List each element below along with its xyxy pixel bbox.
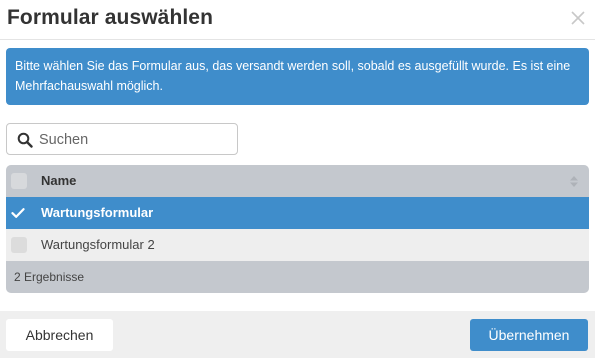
row-name: Wartungsformular [41, 205, 154, 220]
dialog-title: Formular auswählen [7, 6, 214, 29]
table-header-row: Name [6, 165, 589, 197]
search-input[interactable] [39, 128, 234, 152]
result-count: 2 Ergebnisse [14, 270, 85, 284]
search-box[interactable] [6, 123, 238, 155]
close-icon[interactable] [568, 8, 588, 28]
table-footer: 2 Ergebnisse [6, 261, 589, 293]
confirm-button[interactable]: Übernehmen [470, 319, 588, 351]
cancel-button[interactable]: Abbrechen [6, 319, 113, 351]
column-header-name[interactable]: Name [41, 165, 76, 197]
checkmark-icon[interactable] [11, 206, 25, 220]
select-all-checkbox[interactable] [11, 173, 27, 189]
table-row[interactable]: Wartungsformular [6, 197, 589, 229]
table-row[interactable]: Wartungsformular 2 [6, 229, 589, 261]
info-alert: Bitte wählen Sie das Formular aus, das v… [6, 48, 589, 105]
dialog-footer: Abbrechen Übernehmen [0, 311, 595, 358]
search-icon [17, 132, 33, 148]
row-name: Wartungsformular 2 [41, 237, 155, 252]
select-form-dialog: Formular auswählen Bitte wählen Sie das … [0, 0, 595, 358]
row-checkbox[interactable] [11, 237, 27, 253]
forms-table: Name Wartungsformular Wartungsformular 2… [6, 165, 589, 293]
dialog-header: Formular auswählen [0, 0, 595, 40]
sort-icon[interactable] [569, 175, 579, 188]
